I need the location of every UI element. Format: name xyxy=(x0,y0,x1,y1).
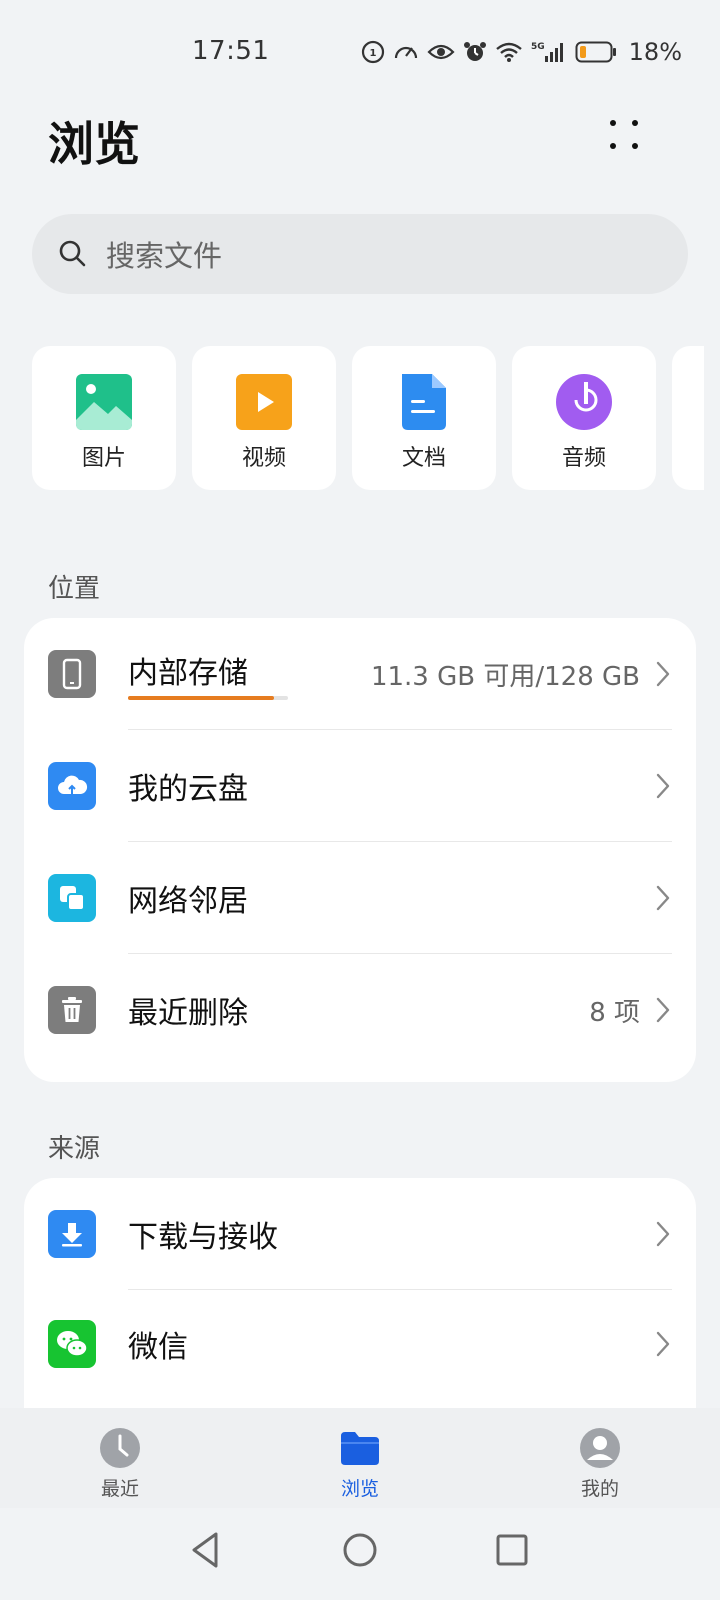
category-documents[interactable]: 文档 xyxy=(352,346,496,490)
network-type: 5G xyxy=(531,42,545,52)
chevron-right-icon xyxy=(656,1331,670,1357)
search-icon xyxy=(59,240,86,267)
row-label: 我的云盘 xyxy=(128,772,248,807)
sources-card: 下载与接收 微信 xyxy=(24,1178,696,1438)
nav-label: 我的 xyxy=(580,1478,619,1500)
profile-icon xyxy=(580,1428,620,1468)
recents-icon[interactable] xyxy=(490,1528,534,1572)
alarm-icon xyxy=(463,40,487,64)
chevron-right-icon xyxy=(656,1221,670,1247)
category-label: 视频 xyxy=(241,446,286,471)
page-title: 浏览 xyxy=(48,117,140,171)
system-navigation-bar xyxy=(0,1508,720,1600)
category-images[interactable]: 图片 xyxy=(32,346,176,490)
phone-icon xyxy=(48,650,96,698)
category-label: 文档 xyxy=(401,446,446,471)
speed-icon xyxy=(393,40,419,64)
row-label: 最近删除 xyxy=(128,996,248,1031)
cloud-icon xyxy=(48,762,96,810)
location-internal-storage[interactable]: 内部存储 11.3 GB 可用/128 GB xyxy=(24,618,696,730)
video-icon xyxy=(236,374,292,430)
bottom-navigation: 最近 浏览 我的 xyxy=(0,1408,720,1508)
tab-browse[interactable]: 浏览 xyxy=(260,1408,460,1508)
data-saver-icon: 1 xyxy=(361,40,385,64)
location-network-neighborhood[interactable]: 网络邻居 xyxy=(24,842,696,954)
nav-label: 最近 xyxy=(100,1478,139,1500)
category-audio[interactable]: 音频 xyxy=(512,346,656,490)
chevron-right-icon xyxy=(656,885,670,911)
category-more[interactable] xyxy=(672,346,704,490)
back-icon[interactable] xyxy=(184,1528,228,1572)
category-label: 音频 xyxy=(561,446,606,471)
row-label: 微信 xyxy=(128,1330,188,1365)
more-dot-icon xyxy=(632,143,638,149)
wifi-icon xyxy=(495,41,523,63)
download-icon xyxy=(48,1210,96,1258)
more-dot-icon xyxy=(632,120,638,126)
battery-icon xyxy=(575,40,617,64)
location-my-cloud[interactable]: 我的云盘 xyxy=(24,730,696,842)
storage-usage-bar xyxy=(128,696,288,700)
more-dot-icon xyxy=(610,120,616,126)
storage-usage-fill xyxy=(128,696,274,700)
status-bar: 17:51 1 5G 18% xyxy=(0,0,720,100)
network-icon xyxy=(48,874,96,922)
clock-icon xyxy=(100,1428,140,1468)
document-icon xyxy=(402,374,446,430)
trash-icon xyxy=(48,986,96,1034)
tab-mine[interactable]: 我的 xyxy=(500,1408,700,1508)
row-label: 网络邻居 xyxy=(128,884,248,919)
tab-recent[interactable]: 最近 xyxy=(20,1408,220,1508)
status-icons: 1 5G 18% xyxy=(361,38,682,66)
source-wechat[interactable]: 微信 xyxy=(24,1290,696,1398)
nav-label: 浏览 xyxy=(340,1478,379,1500)
deleted-count: 8 项 xyxy=(589,997,640,1028)
status-time: 17:51 xyxy=(192,36,270,66)
battery-percent: 18% xyxy=(628,38,682,66)
chevron-right-icon xyxy=(656,773,670,799)
chevron-right-icon xyxy=(656,997,670,1023)
eye-icon xyxy=(427,42,455,62)
image-icon xyxy=(76,374,132,430)
section-title-locations: 位置 xyxy=(48,574,101,604)
signal-icon: 5G xyxy=(531,40,567,64)
section-title-sources: 来源 xyxy=(48,1134,101,1164)
category-videos[interactable]: 视频 xyxy=(192,346,336,490)
storage-value: 11.3 GB 可用/128 GB xyxy=(370,661,640,692)
chevron-right-icon xyxy=(656,661,670,687)
wechat-icon xyxy=(48,1320,96,1368)
svg-text:1: 1 xyxy=(369,48,376,59)
source-downloads[interactable]: 下载与接收 xyxy=(24,1178,696,1290)
folder-icon xyxy=(341,1432,379,1465)
category-label: 图片 xyxy=(81,446,126,471)
more-options-button[interactable] xyxy=(600,116,650,156)
home-icon[interactable] xyxy=(338,1528,382,1572)
search-input[interactable]: 搜索文件 xyxy=(32,214,688,294)
search-placeholder: 搜索文件 xyxy=(106,239,223,273)
category-row: 图片 视频 文档 音频 xyxy=(32,346,704,490)
row-label: 下载与接收 xyxy=(128,1220,278,1255)
audio-icon xyxy=(556,374,612,430)
location-recently-deleted[interactable]: 最近删除 8 项 xyxy=(24,954,696,1066)
row-label: 内部存储 xyxy=(128,656,248,691)
more-dot-icon xyxy=(610,143,616,149)
locations-card: 内部存储 11.3 GB 可用/128 GB 我的云盘 网络邻居 最近删除 8 … xyxy=(24,618,696,1082)
